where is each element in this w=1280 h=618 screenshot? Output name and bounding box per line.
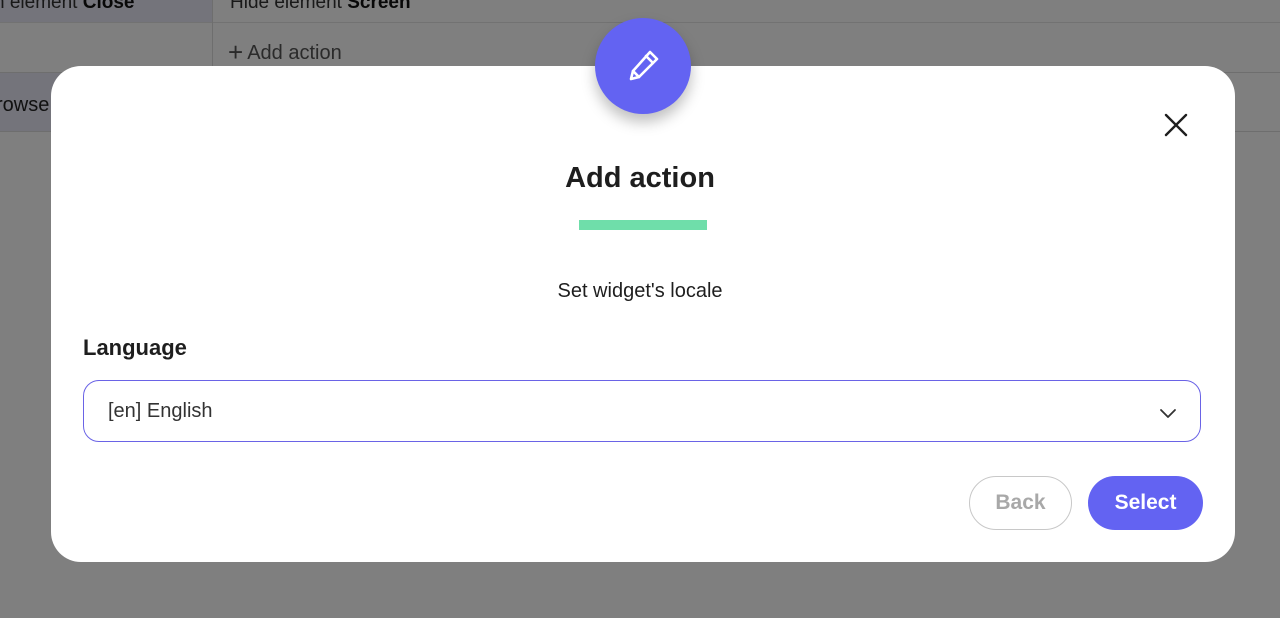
language-select-value: [en] English xyxy=(108,400,213,422)
language-select[interactable]: [en] English xyxy=(83,380,1201,442)
chevron-down-icon xyxy=(1160,409,1176,418)
back-button[interactable]: Back xyxy=(969,476,1072,530)
title-underline xyxy=(579,220,707,230)
select-button[interactable]: Select xyxy=(1088,476,1203,530)
close-button[interactable] xyxy=(1160,109,1192,141)
close-icon xyxy=(1164,113,1188,137)
modal-title: Add action xyxy=(565,162,715,194)
pencil-icon xyxy=(629,50,659,81)
modal-subtitle: Set widget's locale xyxy=(557,280,723,302)
language-label: Language xyxy=(83,335,187,360)
modal-header-badge xyxy=(595,18,691,114)
